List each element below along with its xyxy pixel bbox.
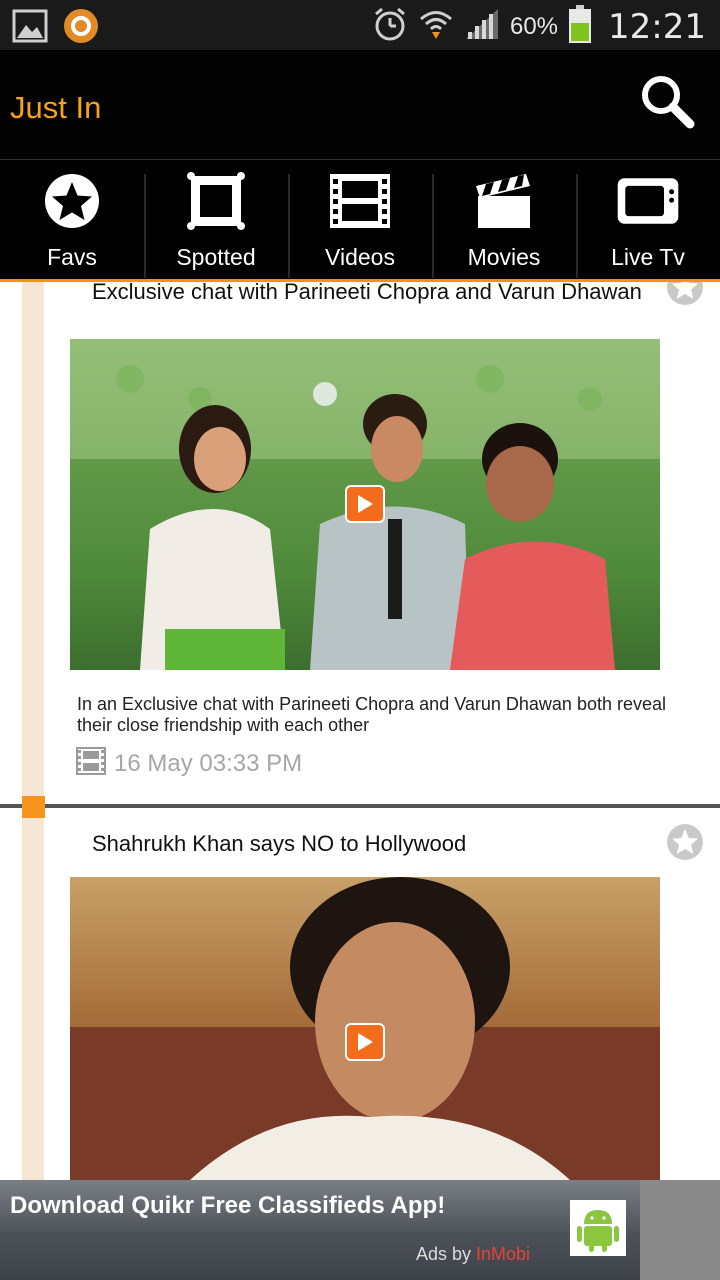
news-feed[interactable]: Exclusive chat with Parineeti Chopra and…: [0, 282, 720, 1180]
screen: 60% 12:21 Just In Favs Spotted Videos Mo…: [0, 0, 720, 1280]
frame-icon: [184, 172, 248, 230]
star-outline-icon: [667, 282, 703, 305]
clock: 12:21: [608, 6, 706, 47]
search-button[interactable]: [638, 72, 698, 132]
tab-movies[interactable]: Movies: [432, 160, 576, 279]
play-button[interactable]: [345, 485, 385, 523]
action-bar: Just In: [0, 50, 720, 160]
card-title[interactable]: Shahrukh Khan says NO to Hollywood: [92, 832, 652, 856]
card-meta: 16 May 03:33 PM: [76, 747, 302, 780]
gallery-icon: [12, 9, 48, 48]
timeline-bar: [22, 282, 44, 1180]
card-description: In an Exclusive chat with Parineeti Chop…: [77, 694, 667, 735]
tab-spotted[interactable]: Spotted: [144, 160, 288, 279]
battery-percent: 60%: [509, 12, 559, 40]
star-outline-icon: [667, 824, 703, 860]
wifi-icon: [418, 6, 454, 47]
app-notification-icon: [62, 7, 100, 50]
search-icon: [642, 76, 695, 129]
film-icon: [328, 172, 392, 230]
android-icon: [570, 1200, 626, 1256]
card-divider: [0, 804, 720, 808]
status-right: 60% 12:21: [372, 4, 706, 49]
ad-by-prefix: Ads by: [416, 1244, 477, 1264]
page-title: Just In: [10, 90, 102, 125]
tab-videos[interactable]: Videos: [288, 160, 432, 279]
tab-label: Videos: [325, 244, 395, 270]
tab-favs[interactable]: Favs: [0, 160, 144, 279]
tab-label: Favs: [47, 244, 97, 270]
card-title[interactable]: Exclusive chat with Parineeti Chopra and…: [92, 282, 652, 304]
clapper-icon: [472, 172, 536, 230]
film-icon: [76, 747, 106, 780]
status-left: [12, 7, 100, 50]
video-thumbnail[interactable]: [70, 877, 660, 1180]
ad-brand: InMobi: [476, 1244, 531, 1264]
tab-label: Movies: [467, 244, 541, 270]
play-icon: [358, 1033, 373, 1051]
battery-icon: [568, 4, 592, 49]
ad-title: Download Quikr Free Classifieds App!: [10, 1192, 446, 1219]
signal-icon: [464, 7, 500, 46]
play-button[interactable]: [345, 1023, 385, 1061]
star-icon: [40, 172, 104, 230]
video-thumbnail[interactable]: [70, 339, 660, 670]
card-timestamp: 16 May 03:33 PM: [114, 749, 303, 777]
ad-attribution: Ads by InMobi: [416, 1244, 530, 1265]
alarm-icon: [372, 6, 408, 47]
play-icon: [358, 495, 373, 513]
ad-banner[interactable]: Download Quikr Free Classifieds App! Ads…: [0, 1180, 640, 1280]
tv-icon: [616, 172, 680, 230]
tab-label: Spotted: [176, 244, 256, 270]
ad-side-panel: [640, 1180, 720, 1280]
tab-bar: Favs Spotted Videos Movies Live Tv: [0, 160, 720, 282]
timeline-marker: [22, 796, 45, 818]
favourite-button[interactable]: [666, 823, 704, 861]
status-bar: 60% 12:21: [0, 0, 720, 50]
tab-label: Live Tv: [611, 244, 685, 270]
tab-live-tv[interactable]: Live Tv: [576, 160, 720, 279]
favourite-button[interactable]: [666, 282, 704, 306]
